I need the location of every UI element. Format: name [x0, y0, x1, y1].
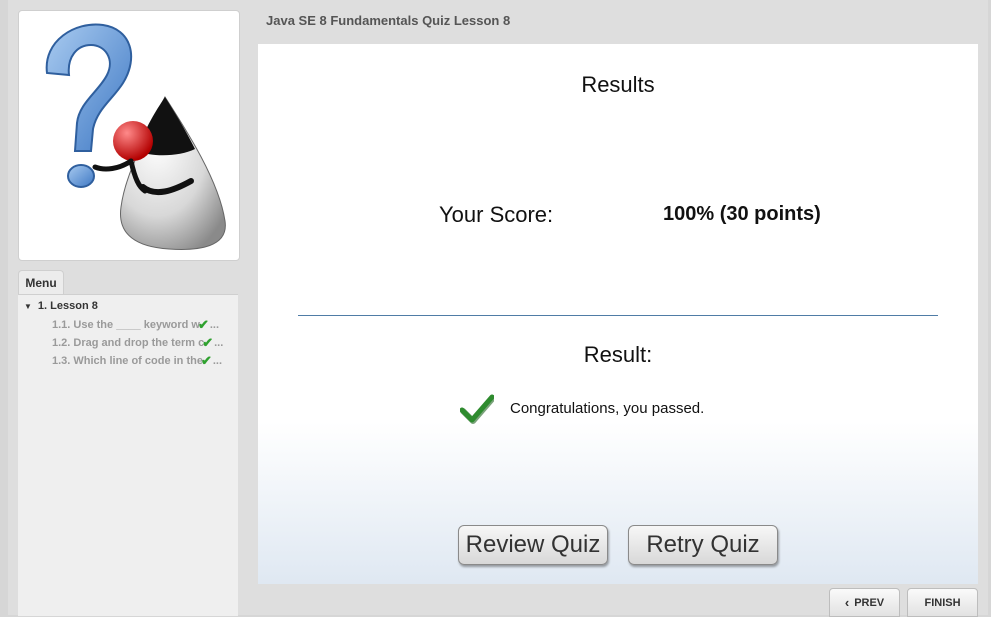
question-mark-mascot-icon: [45, 23, 226, 250]
course-title: Java SE 8 Fundamentals Quiz Lesson 8: [266, 13, 511, 28]
check-icon: ✔: [202, 335, 214, 350]
divider: [298, 315, 938, 316]
logo-panel: [18, 10, 240, 261]
menu-lesson-label: 1. Lesson 8: [37, 300, 98, 312]
score-label: Your Score:: [439, 202, 554, 227]
menu-item-1-2[interactable]: 1.2. Drag and drop the term c ✔ ...: [52, 335, 234, 351]
menu-item-1-1[interactable]: 1.1. Use the ____ keyword w ✔ ...: [52, 317, 234, 333]
prev-button[interactable]: ‹ PREV: [829, 588, 900, 617]
green-check-icon: [460, 394, 494, 424]
menu-tab-label: Menu: [25, 276, 57, 290]
results-slide: Results Your Score: 100% (30 points) Res…: [258, 44, 978, 584]
menu-item-label: 1.3. Which line of code in the: [52, 355, 203, 367]
menu-item-1-3[interactable]: 1.3. Which line of code in the ✔ ...: [52, 353, 234, 369]
chevron-left-icon: ‹: [844, 595, 850, 610]
menu-lesson-item[interactable]: ▼ 1. Lesson 8: [24, 300, 98, 312]
review-quiz-button[interactable]: Review Quiz: [458, 525, 608, 565]
results-title: Results: [581, 72, 655, 97]
result-message: Congratulations, you passed.: [510, 400, 705, 417]
quiz-player: Menu ▼ 1. Lesson 8 1.1. Use the ____ key…: [8, 0, 988, 617]
menu-item-ellipsis: ...: [209, 319, 220, 331]
check-icon: ✔: [197, 317, 209, 332]
result-label: Result:: [583, 342, 653, 367]
menu-item-label: 1.1. Use the ____ keyword w: [52, 319, 200, 331]
score-value: 100% (30 points): [663, 203, 821, 225]
menu-panel: ▼ 1. Lesson 8 1.1. Use the ____ keyword …: [18, 294, 238, 616]
check-icon: ✔: [200, 353, 212, 368]
menu-item-ellipsis: ...: [214, 337, 224, 349]
finish-button[interactable]: FINISH: [907, 588, 978, 617]
triangle-down-icon[interactable]: ▼: [24, 302, 32, 311]
retry-quiz-button[interactable]: Retry Quiz: [628, 525, 778, 565]
finish-label: FINISH: [924, 596, 961, 609]
menu-item-label: 1.2. Drag and drop the term c: [52, 337, 205, 349]
prev-label: PREV: [854, 596, 885, 609]
menu-tab[interactable]: Menu: [18, 270, 64, 295]
menu-item-ellipsis: ...: [212, 355, 223, 367]
